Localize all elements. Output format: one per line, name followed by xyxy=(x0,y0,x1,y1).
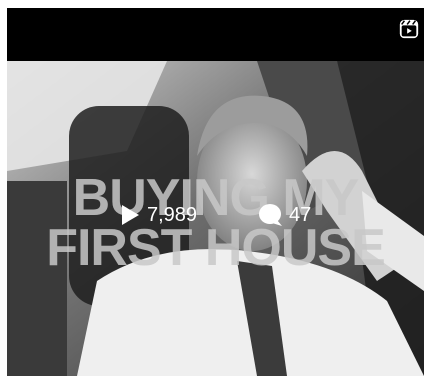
reel-thumbnail[interactable]: BUYING MY FIRST HOUSE 7,989 47 xyxy=(7,8,424,376)
hover-stats: 7,989 47 xyxy=(7,203,424,233)
views-count: 7,989 xyxy=(147,203,198,226)
views-stat: 7,989 xyxy=(117,203,197,227)
reels-icon xyxy=(399,19,419,39)
comments-count: 47 xyxy=(289,203,312,226)
thumbnail-top-bar xyxy=(7,8,424,61)
comments-stat: 47 xyxy=(257,203,311,227)
play-icon xyxy=(122,205,139,225)
comment-bubble-icon xyxy=(259,204,282,226)
